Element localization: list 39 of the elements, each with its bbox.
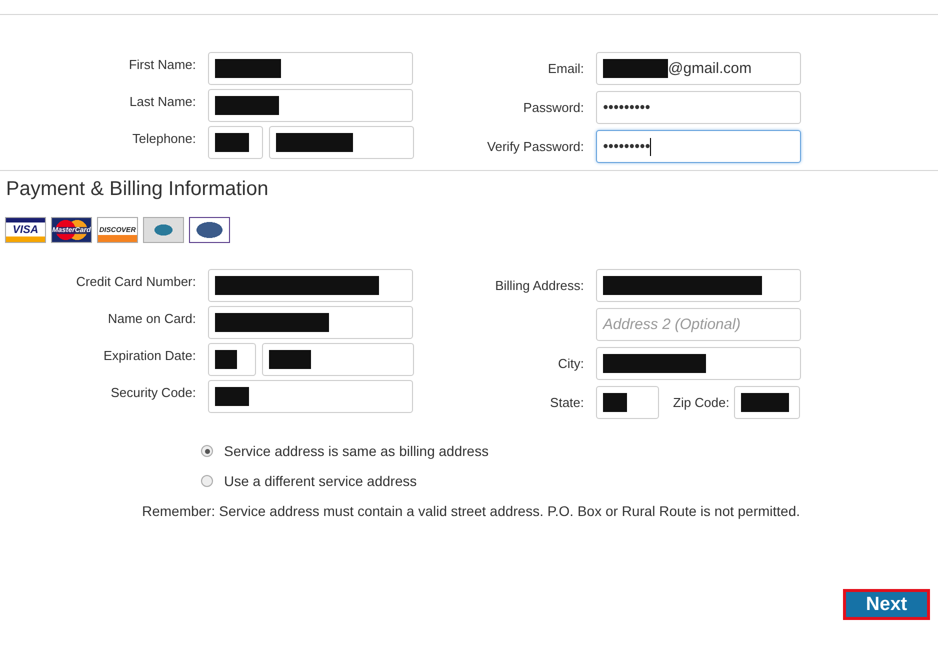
input-field[interactable]: @gmail.com [596,52,801,85]
field-label: Expiration Date: [104,348,196,363]
input-field[interactable] [262,343,414,376]
field-label: Credit Card Number: [76,274,196,289]
field-label: City: [558,356,584,371]
input-field[interactable] [208,380,413,413]
field-label: Verify Password: [487,139,584,154]
input-field[interactable] [208,306,413,339]
input-field[interactable] [208,343,256,376]
radio-button[interactable] [201,475,213,487]
input-field[interactable]: ••••••••• [596,91,801,124]
input-field[interactable] [208,89,413,122]
field-label: Email: [548,61,584,76]
field-label: Billing Address: [495,278,584,293]
field-label: Last Name: [130,94,196,109]
field-label: Password: [523,100,584,115]
field-label: Name on Card: [108,311,196,326]
input-field[interactable]: ••••••••• [596,130,801,163]
input-field[interactable] [269,126,414,159]
section-heading: Payment & Billing Information [5,177,268,201]
input-field[interactable] [208,126,263,159]
field-label: First Name: [128,57,196,72]
field-label: State: [550,395,584,410]
option-label: Service address is same as billing address [224,443,489,459]
option-label: Use a different service address [224,473,417,489]
input-field[interactable] [208,269,413,302]
input-field[interactable] [596,269,801,302]
visa-logo: VISA [5,217,46,243]
field-label: Telephone: [132,131,196,146]
next-button[interactable]: Next [843,589,930,620]
notice-text: Remember: Service address must contain a valid street address. P.O. Box or Rural Route is not permitted. [142,503,800,519]
input-field[interactable] [596,347,801,380]
radio-button[interactable] [201,445,213,457]
input-field[interactable] [208,52,413,85]
text-caret [650,138,652,156]
input-field[interactable] [734,386,800,419]
field-label: Security Code: [110,385,196,400]
field-label: Zip Code: [673,394,730,412]
input-field[interactable] [596,386,659,419]
